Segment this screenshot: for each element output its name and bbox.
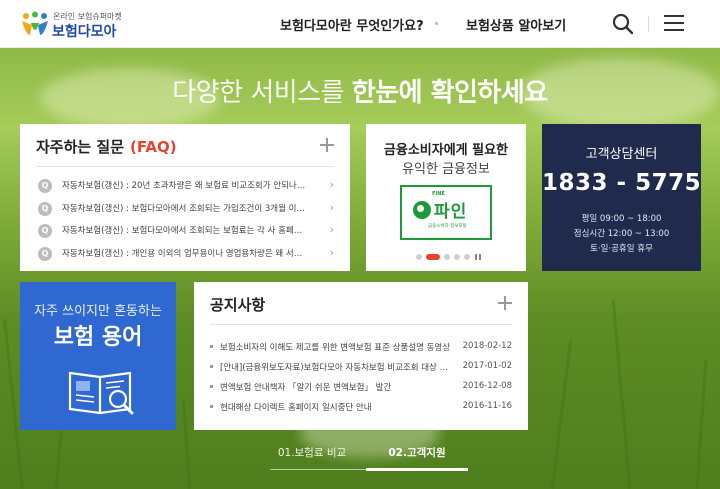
notice-item-text[interactable]: 현대해상 다이렉트 홈페이지 일시중단 안내 xyxy=(220,401,452,413)
bullet-icon xyxy=(210,385,213,388)
faq-item-text[interactable]: 자동차보험(갱신) : 개인용 이외의 업무용이나 영업용차량은 왜 서비스가 … xyxy=(62,247,308,259)
notice-divider xyxy=(210,324,512,325)
chevron-right-icon: › xyxy=(329,178,334,191)
call-center-number: 1833 - 5775 xyxy=(542,170,702,196)
terms-title: 보험 용어 xyxy=(53,325,143,350)
insurance-terms-card[interactable]: 자주 쓰이지만 혼동하는 보험 용어 xyxy=(20,282,176,430)
site-logo[interactable]: 온라인 보험슈퍼마켓 보험다모아 xyxy=(20,9,130,40)
chevron-right-icon: › xyxy=(329,223,334,236)
faq-item-text[interactable]: 자동차보험(갱신) : 보험다모아에서 조회되는 보험료는 각 사 홈페이지와 … xyxy=(62,224,308,236)
fine-subheadline: 유익한 금융정보 xyxy=(402,162,490,177)
faq-title-text: 자주하는 질문 xyxy=(36,138,125,156)
fine-headline: 금융소비자에게 필요한 xyxy=(383,143,509,158)
carousel-dot[interactable] xyxy=(416,254,422,260)
call-center-card: 고객상담센터 1833 - 5775 평일 09:00 ~ 18:00 점심시간… xyxy=(542,124,701,271)
notice-item-text[interactable]: 보험소비자의 이해도 제고를 위한 변액보험 표준 상품설명 동영상 xyxy=(220,341,452,353)
notice-item-text[interactable]: [안내](금융위보도자료)보험다모아 자동차보험 비교조회 대상 확대 xyxy=(220,361,452,373)
carousel-dot-active[interactable] xyxy=(426,254,440,260)
chevron-right-icon: › xyxy=(329,200,334,214)
pause-icon[interactable] xyxy=(475,254,481,260)
carousel-dot[interactable] xyxy=(454,254,460,260)
q-badge-icon: Q xyxy=(38,201,52,216)
call-hours-weekday: 평일 09:00 ~ 18:00 xyxy=(581,214,662,224)
notice-title: 공지사항 xyxy=(210,296,266,314)
search-icon[interactable] xyxy=(612,13,634,35)
bullet-icon xyxy=(210,345,213,348)
nav-separator xyxy=(435,22,438,25)
tab-premium-compare[interactable]: 01.보험료 비교 xyxy=(270,445,354,471)
notice-card: 공지사항 보험소비자의 이해도 제고를 위한 변액보험 표준 상품설명 동영상 … xyxy=(194,282,528,430)
fine-banner-card[interactable]: 금융소비자에게 필요한 유익한 금융정보 FINE 파인 금융소비자 정보포털 xyxy=(366,124,526,271)
chevron-right-icon: › xyxy=(329,245,334,259)
nav-about[interactable]: 보험다모아란 무엇인가요? xyxy=(280,15,424,34)
logo-wordmark: 보험다모아 xyxy=(52,24,117,40)
notice-item[interactable]: 변액보험 안내책자 「알기 쉬운 변액보험」 발간 2016-12-08 xyxy=(210,380,512,400)
family-logo-icon xyxy=(22,11,48,35)
notice-item-date: 2017-01-02 xyxy=(462,361,512,371)
carousel-dot[interactable] xyxy=(444,254,450,260)
header-divider xyxy=(648,16,649,32)
notice-item[interactable]: [안내](금융위보도자료)보험다모아 자동차보험 비교조회 대상 확대 2017… xyxy=(210,360,512,380)
faq-item[interactable]: Q 자동차보험(갱신) : 보험다모아에서 조회되는 보험료는 각 사 홈페이지… xyxy=(36,221,342,244)
nav-products[interactable]: 보험상품 알아보기 xyxy=(466,15,566,34)
faq-divider xyxy=(36,166,334,167)
fine-logo[interactable]: FINE 파인 금융소비자 정보포털 xyxy=(400,185,492,240)
hamburger-menu-icon[interactable] xyxy=(664,14,684,32)
faq-item-text[interactable]: 자동차보험(갱신) : 20년 초과차량은 왜 보험료 비교조회가 안되나요? xyxy=(62,179,308,191)
site-header: 온라인 보험슈퍼마켓 보험다모아 보험다모아란 무엇인가요? 보험상품 알아보기 xyxy=(0,0,720,48)
faq-title-accent: (FAQ) xyxy=(130,138,177,156)
carousel-dot[interactable] xyxy=(464,254,470,260)
faq-card: 자주하는 질문 (FAQ) Q 자동차보험(갱신) : 20년 초과차량은 왜 보… xyxy=(20,124,350,271)
faq-item-text[interactable]: 자동차보험(갱신) : 보험다모아에서 조회되는 가입조건이 3개월 이전 기준… xyxy=(62,202,308,214)
hero-headline-bold: 한눈에 확인하세요 xyxy=(351,78,548,108)
notice-list: 보험소비자의 이해도 제고를 위한 변액보험 표준 상품설명 동영상 2018-… xyxy=(210,340,512,420)
q-badge-icon: Q xyxy=(38,224,52,238)
notice-item-date: 2016-11-16 xyxy=(462,401,512,411)
faq-item[interactable]: Q 자동차보험(갱신) : 개인용 이외의 업무용이나 영업용차량은 왜 서비스… xyxy=(36,244,342,267)
fine-logo-word: 파인 xyxy=(434,202,468,222)
notice-item[interactable]: 보험소비자의 이해도 제고를 위한 변액보험 표준 상품설명 동영상 2018-… xyxy=(210,340,512,360)
notice-item-date: 2018-02-12 xyxy=(462,341,512,351)
faq-title: 자주하는 질문 (FAQ) xyxy=(36,136,177,157)
terms-subtitle: 자주 쓰이지만 혼동하는 xyxy=(34,304,162,319)
faq-list: Q 자동차보험(갱신) : 20년 초과차량은 왜 보험료 비교조회가 안되나요… xyxy=(36,176,342,266)
q-badge-icon: Q xyxy=(38,179,52,193)
hero-headline: 다양한 서비스를 한눈에 확인하세요 xyxy=(0,72,720,109)
tab-customer-support[interactable]: 02.고객지원 xyxy=(366,445,468,471)
faq-item[interactable]: Q 자동차보험(갱신) : 보험다모아에서 조회되는 가입조건이 3개월 이전 … xyxy=(36,199,342,222)
call-center-title: 고객상담센터 xyxy=(585,147,658,162)
q-badge-icon: Q xyxy=(38,246,52,261)
notice-item-text[interactable]: 변액보험 안내책자 「알기 쉬운 변액보험」 발간 xyxy=(220,381,452,393)
faq-item[interactable]: Q 자동차보험(갱신) : 20년 초과차량은 왜 보험료 비교조회가 안되나요… xyxy=(36,176,342,199)
notice-item-date: 2016-12-08 xyxy=(462,381,512,391)
call-hours-closed: 토·일·공휴일 휴무 xyxy=(590,244,653,254)
fine-circle-icon xyxy=(413,201,431,219)
bullet-icon xyxy=(210,365,213,368)
bullet-icon xyxy=(210,405,213,408)
notice-more-plus-icon[interactable] xyxy=(498,296,512,310)
call-hours-lunch: 점심시간 12:00 ~ 13:00 xyxy=(573,229,670,239)
fine-logo-sub: 금융소비자 정보포털 xyxy=(428,224,467,229)
book-magnifier-icon xyxy=(68,371,134,415)
carousel-pagination xyxy=(416,253,496,261)
hero-headline-light: 다양한 서비스를 xyxy=(172,78,352,108)
notice-item[interactable]: 현대해상 다이렉트 홈페이지 일시중단 안내 2016-11-16 xyxy=(210,400,512,420)
faq-more-plus-icon[interactable] xyxy=(320,138,334,152)
